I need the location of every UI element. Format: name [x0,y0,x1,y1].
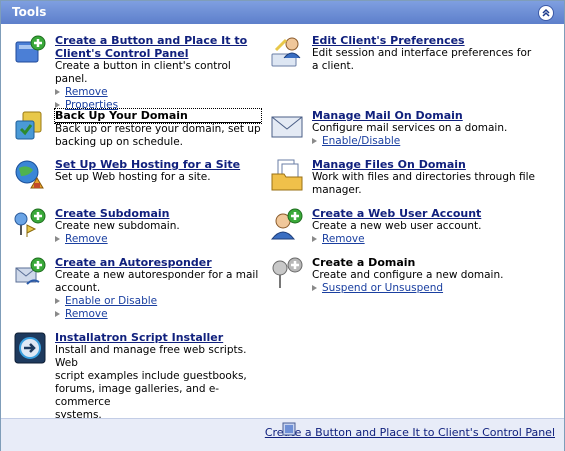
installatron-desc-3: forums, image galleries, and e-commerce [55,383,220,408]
web-hosting-icon [13,158,47,192]
web-user-remove-link[interactable]: Remove [312,233,365,246]
subdomain-icon [13,207,47,241]
mail-enable-disable-link[interactable]: Enable/Disable [311,135,400,148]
tool-installatron: Installatron Script Installer Install an… [13,331,263,421]
panel-title: Tools [12,5,47,19]
web-hosting-link[interactable]: Set Up Web Hosting for a Site [55,158,240,171]
tool-backup: Back Up Your Domain Back up or restore y… [13,108,263,153]
button-icon [282,422,296,436]
client-preferences-desc-2: a client. [312,60,354,72]
panel-header: Tools [1,1,564,24]
web-user-desc: Create a new web user account. [312,220,482,232]
create-domain-desc: Create and configure a new domain. [312,269,504,281]
tool-web-hosting: Set Up Web Hosting for a Site Set up Web… [13,158,263,194]
web-hosting-desc: Set up Web hosting for a site. [55,171,211,183]
mail-link[interactable]: Manage Mail On Domain [312,109,507,122]
backup-desc-2: backing up on schedule. [55,136,183,148]
suspend-unsuspend-link[interactable]: Suspend or Unsuspend [311,282,443,295]
create-button-icon [13,34,47,68]
subdomain-link[interactable]: Create Subdomain [55,207,180,220]
collapse-up-icon[interactable] [538,5,554,21]
installatron-desc-1: Install and manage free web scripts. Web [55,344,247,369]
create-button-link-line2[interactable]: Client's Control Panel [55,47,263,60]
remove-link[interactable]: Remove [55,86,108,99]
autoresponder-desc-1: Create a new autoresponder for a mail [55,269,259,281]
client-preferences-icon [270,34,304,68]
web-user-link[interactable]: Create a Web User Account [312,207,482,220]
tool-web-user: Create a Web User Account Create a new w… [270,207,555,251]
autoresponder-link[interactable]: Create an Autoresponder [55,256,258,269]
autoresponder-remove-link[interactable]: Remove [55,308,108,321]
backup-icon [13,109,47,143]
files-link[interactable]: Manage Files On Domain [312,158,535,171]
tool-create-button: Create a Button and Place It to Client's… [13,34,263,111]
autoresponder-icon [13,256,47,290]
tool-client-preferences: Edit Client's Preferences Edit session a… [270,34,555,78]
client-preferences-desc-1: Edit session and interface preferences f… [312,47,532,59]
tool-autoresponder: Create an Autoresponder Create a new aut… [13,256,263,326]
tools-panel: Tools Create a Button and Place It to Cl… [0,0,565,451]
mail-desc: Configure mail services on a domain. [312,122,508,134]
installatron-icon [13,331,47,365]
subdomain-desc: Create new subdomain. [55,220,180,232]
tool-domain: Create a Domain Create and configure a n… [270,256,555,300]
client-preferences-link[interactable]: Edit Client's Preferences [312,34,531,47]
enable-disable-link[interactable]: Enable or Disable [54,295,157,308]
create-button-link[interactable]: Create a Button and Place It to [55,34,263,47]
files-desc-1: Work with files and directories through … [312,171,535,183]
tools-body: Create a Button and Place It to Client's… [1,24,564,421]
backup-desc-1: Back up or restore your domain, set up [55,123,261,135]
create-domain-title: Create a Domain [312,256,416,269]
installatron-desc-2: script examples include guestbooks, [55,370,247,382]
backup-link[interactable]: Back Up Your Domain [54,108,262,124]
domain-icon [270,256,304,290]
tool-subdomain: Create Subdomain Create new subdomain. R… [13,207,263,251]
files-desc-2: manager. [312,184,362,196]
create-button-desc: Create a button in client's control pane… [55,60,231,85]
autoresponder-desc-2: account. [55,282,101,294]
tool-mail: Manage Mail On Domain Configure mail ser… [270,109,555,153]
subdomain-remove-link[interactable]: Remove [55,233,108,246]
installatron-link[interactable]: Installatron Script Installer [55,331,263,344]
web-user-icon [270,207,304,241]
files-icon [270,158,304,192]
mail-icon [270,109,304,143]
tool-files: Manage Files On Domain Work with files a… [270,158,555,202]
footer-create-button-link[interactable]: Create a Button and Place It to Client's… [265,426,555,439]
